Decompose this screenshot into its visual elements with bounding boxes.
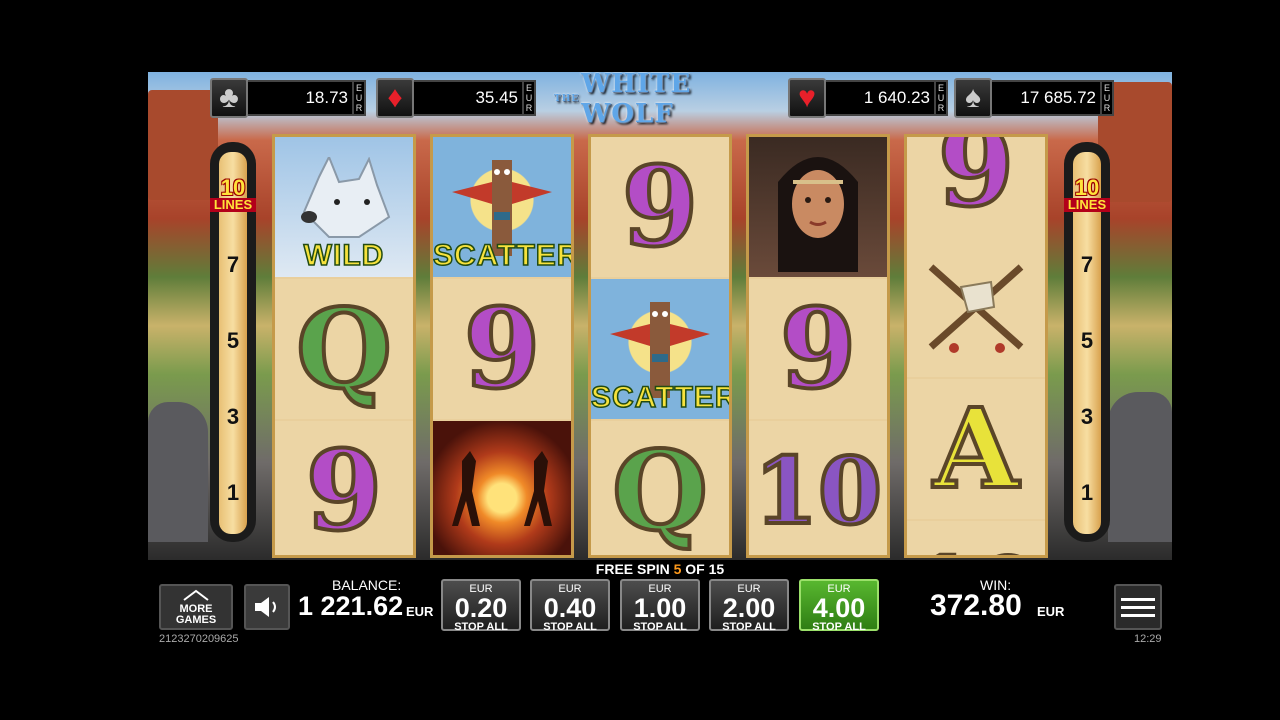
diamond-icon: ♦	[376, 78, 414, 118]
bet-button-1-00[interactable]: EUR 1.00 STOP ALL	[620, 579, 700, 633]
fire-dancers-symbol	[433, 421, 571, 555]
scenery-rock-right	[1108, 392, 1172, 542]
free-spin-counter: FREE SPIN 5 OF 15	[595, 561, 725, 577]
win-currency: EUR	[1037, 604, 1065, 619]
logo-prefix: THE	[554, 94, 580, 104]
scenery-rock-left	[148, 402, 208, 542]
reel-4: 9 10	[746, 134, 890, 558]
sound-toggle[interactable]	[244, 584, 290, 630]
line-marker-3-left: 3	[226, 404, 240, 429]
win-value: 372.80	[930, 589, 1022, 622]
symbol-q: Q	[591, 421, 729, 555]
logo-title: WHITE WOLF	[581, 72, 692, 129]
jackpot-spade-value: 17 685.72	[992, 80, 1100, 116]
woman-symbol	[749, 137, 887, 277]
jackpot-heart-currency: EUR	[934, 80, 948, 116]
hamburger-icon-bar	[1121, 613, 1155, 617]
scatter-label: SCATTER	[433, 238, 574, 273]
heart-icon: ♥	[788, 78, 826, 118]
symbol-9: 9	[907, 137, 1045, 237]
game-id: 2123270209625	[159, 633, 239, 645]
jackpot-diamond: ♦ 35.45 EUR	[376, 78, 536, 118]
symbol-10: 10	[749, 421, 887, 555]
dancers-icon	[452, 451, 552, 526]
wolf-wild-symbol: WILD	[275, 137, 413, 277]
reel-3: 9 SCATTER Q	[588, 134, 732, 558]
totem-scatter-symbol: SCATTER	[433, 137, 571, 277]
balance-value: 1 221.62	[298, 591, 404, 621]
symbol-q: Q	[275, 279, 413, 419]
scenery-mesa-left	[148, 90, 218, 200]
jackpot-spade: ♠ 17 685.72 EUR	[954, 78, 1114, 118]
jackpot-spade-currency: EUR	[1100, 80, 1114, 116]
jackpot-heart-value: 1 640.23	[826, 80, 934, 116]
symbol-10-partial: 10	[907, 521, 1045, 555]
reel-2: SCATTER 9	[430, 134, 574, 558]
more-games-button[interactable]: MORE GAMES	[159, 584, 233, 630]
hamburger-icon-bar	[1121, 597, 1155, 601]
line-marker-1-right: 1	[1080, 480, 1094, 505]
jackpot-diamond-currency: EUR	[522, 80, 536, 116]
more-games-line2: GAMES	[175, 614, 217, 626]
hamburger-icon-bar	[1121, 605, 1155, 609]
symbol-9: 9	[433, 279, 571, 419]
bet-button-0-40[interactable]: EUR 0.40 STOP ALL	[530, 579, 610, 633]
symbol-9: 9	[275, 421, 413, 555]
house-icon	[183, 589, 209, 601]
line-marker-5-left: 5	[226, 328, 240, 353]
woman-portrait-icon	[778, 157, 858, 272]
game-area: ♣ 18.73 EUR ♦ 35.45 EUR THE WHITE WOLF ♥…	[148, 72, 1172, 560]
line-marker-7-left: 7	[226, 252, 240, 277]
jackpot-heart: ♥ 1 640.23 EUR	[788, 78, 948, 118]
screen: ♣ 18.73 EUR ♦ 35.45 EUR THE WHITE WOLF ♥…	[0, 0, 1280, 720]
line-marker-3-right: 3	[1080, 404, 1094, 429]
jackpot-club-currency: EUR	[352, 80, 366, 116]
lines-badge-right: 10 LINES	[1064, 177, 1110, 212]
clock: 12:29	[1134, 633, 1162, 645]
spade-icon: ♠	[954, 78, 992, 118]
crossed-axes-icon	[928, 264, 1024, 353]
lines-badge-left: 10 LINES	[210, 177, 256, 212]
bet-button-4-00[interactable]: EUR 4.00 STOP ALL	[799, 579, 879, 633]
line-marker-1-left: 1	[226, 480, 240, 505]
jackpot-diamond-value: 35.45	[414, 80, 522, 116]
line-marker-5-right: 5	[1080, 328, 1094, 353]
menu-button[interactable]	[1114, 584, 1162, 630]
reel-1: WILD Q 9	[272, 134, 416, 558]
symbol-a: A	[907, 379, 1045, 519]
reel-5: 9 A 10	[904, 134, 1048, 558]
line-marker-7-right: 7	[1080, 252, 1094, 277]
bet-button-0-20[interactable]: EUR 0.20 STOP ALL	[441, 579, 521, 633]
club-icon: ♣	[210, 78, 248, 118]
scatter-label: SCATTER	[591, 380, 732, 415]
symbol-9: 9	[591, 137, 729, 277]
jackpot-club: ♣ 18.73 EUR	[210, 78, 366, 118]
wild-label: WILD	[303, 238, 385, 273]
jackpot-club-value: 18.73	[248, 80, 352, 116]
game-logo: THE WHITE WOLF	[554, 72, 766, 129]
balance-currency: EUR	[406, 604, 434, 619]
symbol-9: 9	[749, 279, 887, 419]
speaker-icon	[255, 597, 276, 617]
totem-scatter-symbol: SCATTER	[591, 279, 729, 419]
bet-button-2-00[interactable]: EUR 2.00 STOP ALL	[709, 579, 789, 633]
axes-symbol	[907, 237, 1045, 377]
